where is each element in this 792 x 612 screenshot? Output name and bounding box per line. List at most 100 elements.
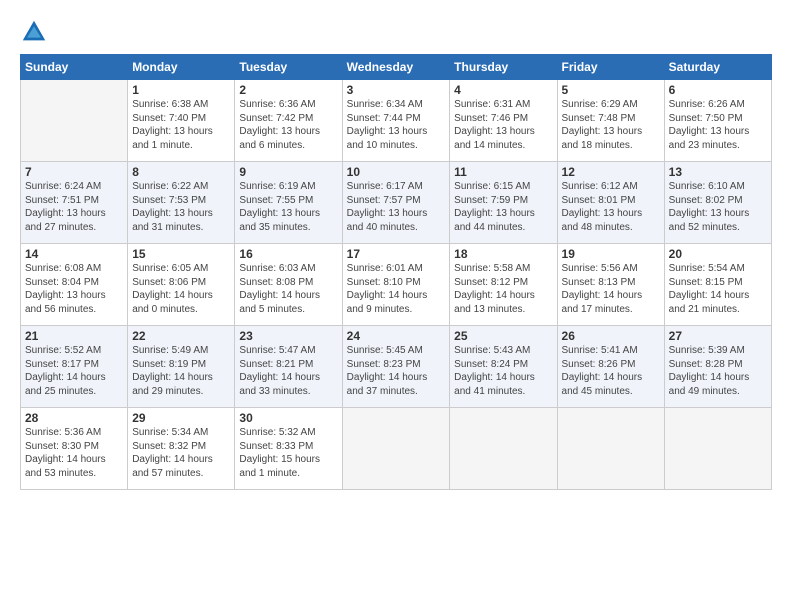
day-info: Sunrise: 5:39 AM Sunset: 8:28 PM Dayligh… xyxy=(669,344,767,398)
week-row-5: 28Sunrise: 5:36 AM Sunset: 8:30 PM Dayli… xyxy=(21,408,772,490)
day-number: 8 xyxy=(132,165,230,179)
empty-cell xyxy=(664,408,771,490)
day-number: 16 xyxy=(239,247,337,261)
day-number: 9 xyxy=(239,165,337,179)
day-info: Sunrise: 6:08 AM Sunset: 8:04 PM Dayligh… xyxy=(25,262,123,316)
day-info: Sunrise: 6:26 AM Sunset: 7:50 PM Dayligh… xyxy=(669,98,767,152)
day-number: 11 xyxy=(454,165,552,179)
day-info: Sunrise: 6:31 AM Sunset: 7:46 PM Dayligh… xyxy=(454,98,552,152)
day-cell-29: 29Sunrise: 5:34 AM Sunset: 8:32 PM Dayli… xyxy=(128,408,235,490)
day-number: 23 xyxy=(239,329,337,343)
day-info: Sunrise: 5:32 AM Sunset: 8:33 PM Dayligh… xyxy=(239,426,337,480)
day-cell-30: 30Sunrise: 5:32 AM Sunset: 8:33 PM Dayli… xyxy=(235,408,342,490)
day-number: 30 xyxy=(239,411,337,425)
day-cell-26: 26Sunrise: 5:41 AM Sunset: 8:26 PM Dayli… xyxy=(557,326,664,408)
day-cell-13: 13Sunrise: 6:10 AM Sunset: 8:02 PM Dayli… xyxy=(664,162,771,244)
empty-cell xyxy=(21,80,128,162)
day-info: Sunrise: 5:49 AM Sunset: 8:19 PM Dayligh… xyxy=(132,344,230,398)
day-number: 6 xyxy=(669,83,767,97)
day-cell-1: 1Sunrise: 6:38 AM Sunset: 7:40 PM Daylig… xyxy=(128,80,235,162)
day-info: Sunrise: 6:36 AM Sunset: 7:42 PM Dayligh… xyxy=(239,98,337,152)
day-number: 2 xyxy=(239,83,337,97)
day-info: Sunrise: 6:05 AM Sunset: 8:06 PM Dayligh… xyxy=(132,262,230,316)
day-info: Sunrise: 6:19 AM Sunset: 7:55 PM Dayligh… xyxy=(239,180,337,234)
day-cell-22: 22Sunrise: 5:49 AM Sunset: 8:19 PM Dayli… xyxy=(128,326,235,408)
day-cell-18: 18Sunrise: 5:58 AM Sunset: 8:12 PM Dayli… xyxy=(450,244,557,326)
col-header-thursday: Thursday xyxy=(450,55,557,80)
day-info: Sunrise: 5:45 AM Sunset: 8:23 PM Dayligh… xyxy=(347,344,446,398)
day-info: Sunrise: 6:34 AM Sunset: 7:44 PM Dayligh… xyxy=(347,98,446,152)
day-info: Sunrise: 6:22 AM Sunset: 7:53 PM Dayligh… xyxy=(132,180,230,234)
day-cell-15: 15Sunrise: 6:05 AM Sunset: 8:06 PM Dayli… xyxy=(128,244,235,326)
day-number: 27 xyxy=(669,329,767,343)
day-cell-4: 4Sunrise: 6:31 AM Sunset: 7:46 PM Daylig… xyxy=(450,80,557,162)
week-row-1: 1Sunrise: 6:38 AM Sunset: 7:40 PM Daylig… xyxy=(21,80,772,162)
day-cell-25: 25Sunrise: 5:43 AM Sunset: 8:24 PM Dayli… xyxy=(450,326,557,408)
col-header-wednesday: Wednesday xyxy=(342,55,450,80)
day-cell-9: 9Sunrise: 6:19 AM Sunset: 7:55 PM Daylig… xyxy=(235,162,342,244)
day-info: Sunrise: 6:03 AM Sunset: 8:08 PM Dayligh… xyxy=(239,262,337,316)
day-info: Sunrise: 6:15 AM Sunset: 7:59 PM Dayligh… xyxy=(454,180,552,234)
day-number: 24 xyxy=(347,329,446,343)
day-info: Sunrise: 6:29 AM Sunset: 7:48 PM Dayligh… xyxy=(562,98,660,152)
empty-cell xyxy=(342,408,450,490)
week-row-2: 7Sunrise: 6:24 AM Sunset: 7:51 PM Daylig… xyxy=(21,162,772,244)
day-cell-14: 14Sunrise: 6:08 AM Sunset: 8:04 PM Dayli… xyxy=(21,244,128,326)
day-cell-3: 3Sunrise: 6:34 AM Sunset: 7:44 PM Daylig… xyxy=(342,80,450,162)
day-cell-28: 28Sunrise: 5:36 AM Sunset: 8:30 PM Dayli… xyxy=(21,408,128,490)
col-header-tuesday: Tuesday xyxy=(235,55,342,80)
day-cell-17: 17Sunrise: 6:01 AM Sunset: 8:10 PM Dayli… xyxy=(342,244,450,326)
day-number: 20 xyxy=(669,247,767,261)
day-cell-11: 11Sunrise: 6:15 AM Sunset: 7:59 PM Dayli… xyxy=(450,162,557,244)
day-cell-16: 16Sunrise: 6:03 AM Sunset: 8:08 PM Dayli… xyxy=(235,244,342,326)
day-info: Sunrise: 5:52 AM Sunset: 8:17 PM Dayligh… xyxy=(25,344,123,398)
day-number: 15 xyxy=(132,247,230,261)
col-header-friday: Friday xyxy=(557,55,664,80)
day-number: 14 xyxy=(25,247,123,261)
day-cell-24: 24Sunrise: 5:45 AM Sunset: 8:23 PM Dayli… xyxy=(342,326,450,408)
col-header-monday: Monday xyxy=(128,55,235,80)
day-cell-2: 2Sunrise: 6:36 AM Sunset: 7:42 PM Daylig… xyxy=(235,80,342,162)
week-row-3: 14Sunrise: 6:08 AM Sunset: 8:04 PM Dayli… xyxy=(21,244,772,326)
day-info: Sunrise: 5:58 AM Sunset: 8:12 PM Dayligh… xyxy=(454,262,552,316)
day-cell-19: 19Sunrise: 5:56 AM Sunset: 8:13 PM Dayli… xyxy=(557,244,664,326)
col-header-sunday: Sunday xyxy=(21,55,128,80)
day-number: 29 xyxy=(132,411,230,425)
col-header-saturday: Saturday xyxy=(664,55,771,80)
empty-cell xyxy=(450,408,557,490)
header-row: SundayMondayTuesdayWednesdayThursdayFrid… xyxy=(21,55,772,80)
day-number: 4 xyxy=(454,83,552,97)
day-number: 12 xyxy=(562,165,660,179)
day-info: Sunrise: 6:12 AM Sunset: 8:01 PM Dayligh… xyxy=(562,180,660,234)
page: SundayMondayTuesdayWednesdayThursdayFrid… xyxy=(0,0,792,500)
day-number: 1 xyxy=(132,83,230,97)
day-number: 21 xyxy=(25,329,123,343)
day-cell-5: 5Sunrise: 6:29 AM Sunset: 7:48 PM Daylig… xyxy=(557,80,664,162)
day-number: 22 xyxy=(132,329,230,343)
day-cell-10: 10Sunrise: 6:17 AM Sunset: 7:57 PM Dayli… xyxy=(342,162,450,244)
day-cell-6: 6Sunrise: 6:26 AM Sunset: 7:50 PM Daylig… xyxy=(664,80,771,162)
day-cell-20: 20Sunrise: 5:54 AM Sunset: 8:15 PM Dayli… xyxy=(664,244,771,326)
day-info: Sunrise: 5:34 AM Sunset: 8:32 PM Dayligh… xyxy=(132,426,230,480)
day-info: Sunrise: 6:38 AM Sunset: 7:40 PM Dayligh… xyxy=(132,98,230,152)
day-info: Sunrise: 6:10 AM Sunset: 8:02 PM Dayligh… xyxy=(669,180,767,234)
day-number: 18 xyxy=(454,247,552,261)
day-number: 7 xyxy=(25,165,123,179)
day-info: Sunrise: 6:17 AM Sunset: 7:57 PM Dayligh… xyxy=(347,180,446,234)
day-cell-21: 21Sunrise: 5:52 AM Sunset: 8:17 PM Dayli… xyxy=(21,326,128,408)
day-info: Sunrise: 5:41 AM Sunset: 8:26 PM Dayligh… xyxy=(562,344,660,398)
day-number: 17 xyxy=(347,247,446,261)
day-number: 3 xyxy=(347,83,446,97)
day-info: Sunrise: 5:56 AM Sunset: 8:13 PM Dayligh… xyxy=(562,262,660,316)
week-row-4: 21Sunrise: 5:52 AM Sunset: 8:17 PM Dayli… xyxy=(21,326,772,408)
day-number: 13 xyxy=(669,165,767,179)
day-number: 10 xyxy=(347,165,446,179)
day-info: Sunrise: 5:54 AM Sunset: 8:15 PM Dayligh… xyxy=(669,262,767,316)
day-info: Sunrise: 6:24 AM Sunset: 7:51 PM Dayligh… xyxy=(25,180,123,234)
day-number: 28 xyxy=(25,411,123,425)
day-number: 25 xyxy=(454,329,552,343)
empty-cell xyxy=(557,408,664,490)
calendar: SundayMondayTuesdayWednesdayThursdayFrid… xyxy=(20,54,772,490)
day-info: Sunrise: 5:43 AM Sunset: 8:24 PM Dayligh… xyxy=(454,344,552,398)
day-number: 19 xyxy=(562,247,660,261)
